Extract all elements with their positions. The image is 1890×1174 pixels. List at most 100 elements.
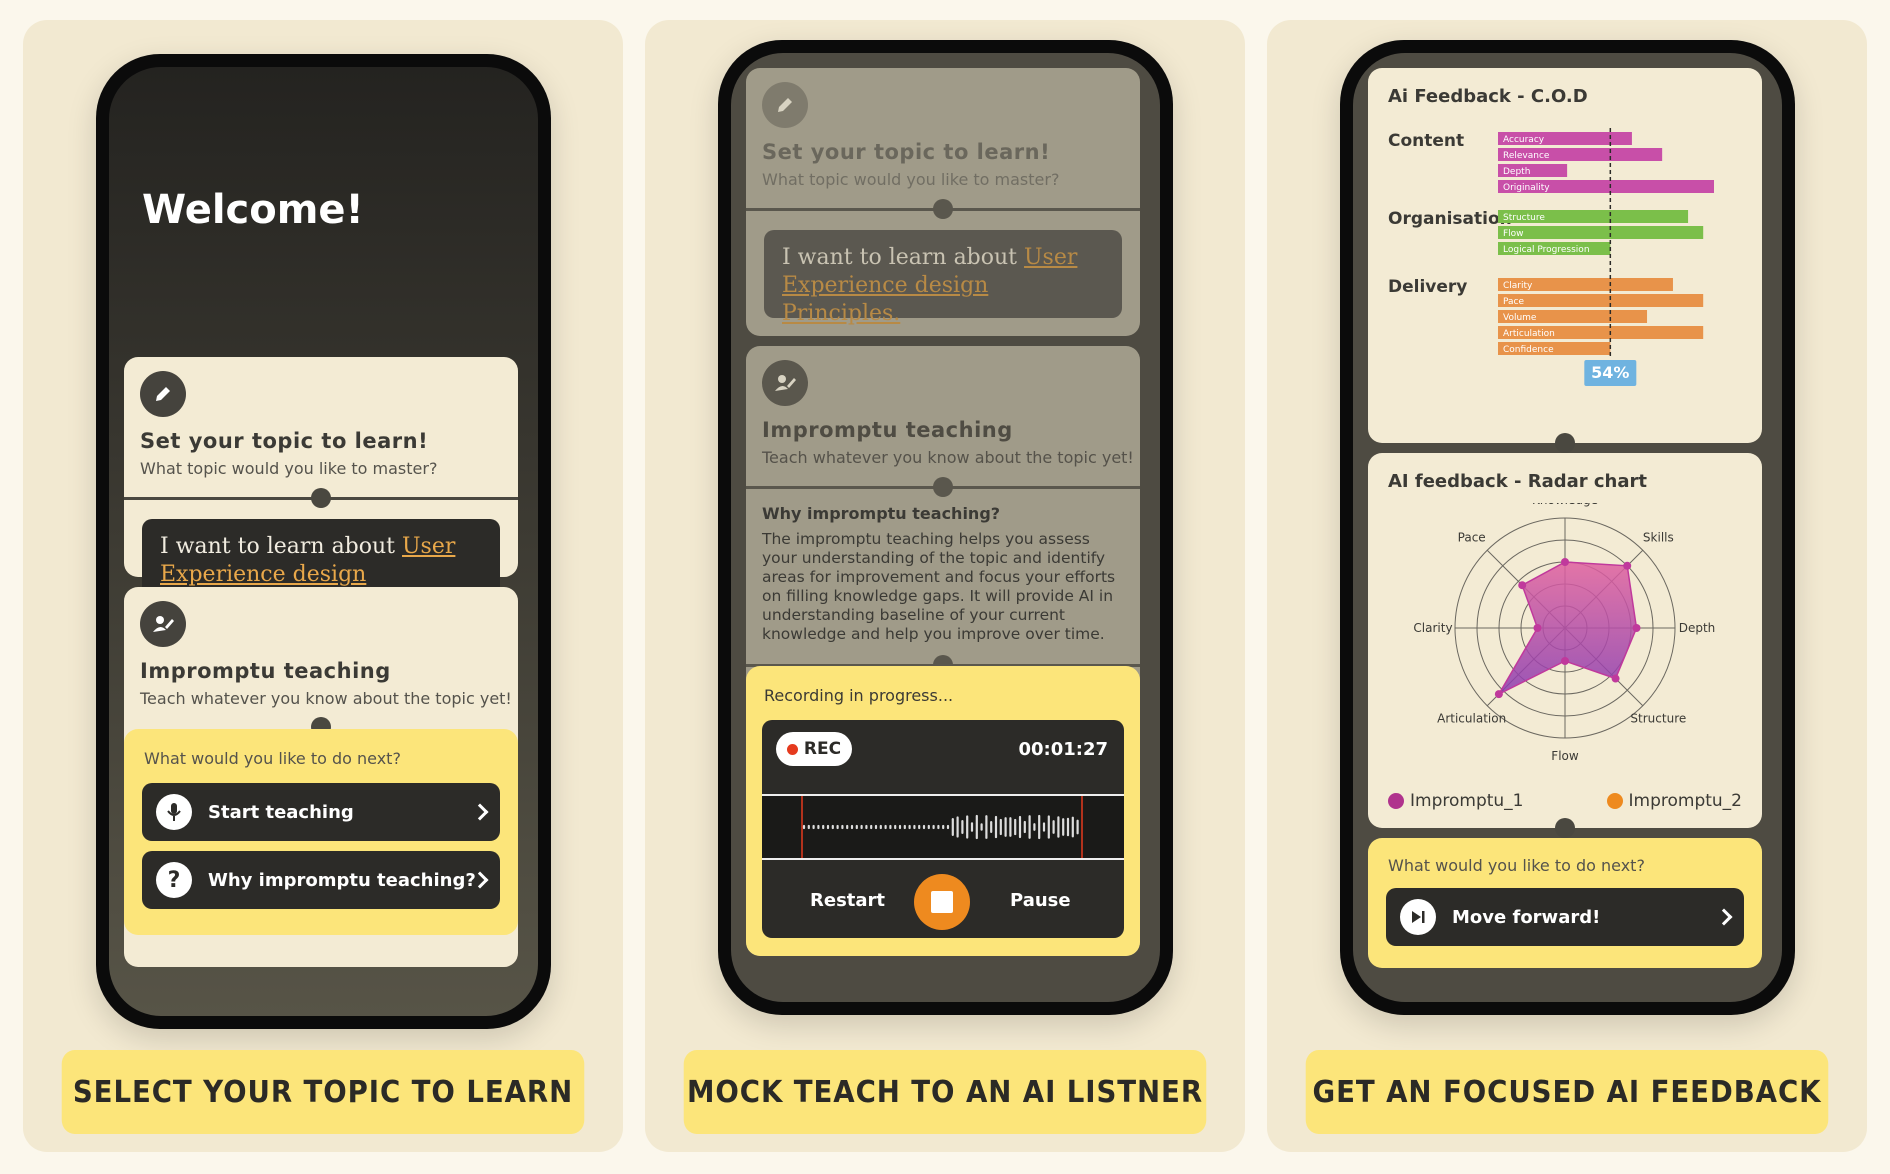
bar-label: Confidence [1503, 345, 1554, 355]
radar-chart-card: AI feedback - Radar chart Knowledge Skill… [1368, 453, 1762, 838]
waveform [762, 794, 1124, 860]
welcome-heading: Welcome! [142, 187, 364, 233]
chevron-right-icon [471, 803, 489, 821]
bar-group-label: Content [1388, 131, 1464, 151]
panel-mock-teach: Set your topic to learn! What topic woul… [645, 20, 1245, 1152]
dot-icon [1606, 793, 1623, 809]
bar-label: Depth [1503, 167, 1530, 177]
microphone-icon [156, 794, 192, 830]
legend-item-impromptu-1: Impromptu_1 [1388, 791, 1524, 811]
bar-label: Articulation [1503, 329, 1555, 339]
radar-point [1561, 657, 1569, 665]
radar-axis-label: Clarity [1413, 621, 1452, 635]
panel-select-topic: Welcome! Set your topic to learn! What t… [23, 20, 623, 1152]
radar-point [1518, 581, 1527, 590]
person-edit-icon [140, 601, 186, 647]
radar-axis-label: Flow [1551, 749, 1579, 763]
next-prompt: What would you like to do next? [1388, 856, 1645, 875]
radar-axis-label: Knowledge [1532, 503, 1598, 507]
why-impromptu-button[interactable]: ? Why impromptu teaching? [142, 851, 500, 909]
impromptu-card-subtitle: Teach whatever you know about the topic … [140, 689, 512, 708]
question-icon: ? [156, 862, 192, 898]
cod-bar-chart: Content Accuracy Relevance Depth Originality… [1388, 128, 1714, 386]
next-step-panel: What would you like to do next? Start te… [124, 729, 518, 935]
radar-point [1623, 561, 1632, 570]
bar [1498, 294, 1704, 307]
reference-label: 54% [1591, 363, 1629, 382]
topic-card-title: Set your topic to learn! [140, 429, 429, 453]
bar-label: Clarity [1503, 281, 1533, 291]
radar-chart: Knowledge Skills Depth Structure Flow Articul… [1413, 503, 1716, 763]
why-impromptu-label: Why impromptu teaching? [208, 869, 476, 891]
bar-label: Structure [1503, 213, 1545, 223]
radar-axis-label: Depth [1679, 621, 1716, 635]
radar-axis-label: Pace [1458, 530, 1486, 544]
topic-input[interactable]: I want to learn about User Experience de… [764, 230, 1122, 326]
recording-timer: 00:01:27 [1018, 739, 1108, 760]
radar-point [1632, 624, 1641, 632]
topic-card-subtitle: What topic would you like to master? [140, 459, 438, 478]
timeline-dot [933, 199, 953, 219]
topic-card[interactable]: Set your topic to learn! What topic woul… [124, 357, 518, 615]
bar-label: Originality [1503, 183, 1550, 193]
bar-group-label: Delivery [1388, 277, 1467, 297]
radar-axis-label: Skills [1643, 530, 1674, 544]
bar-chart-card: Ai Feedback - C.O.D Content Accuracy Relev… [1368, 68, 1762, 453]
radar-point [1611, 674, 1620, 683]
bar-label: Relevance [1503, 151, 1550, 161]
move-forward-label: Move forward! [1452, 906, 1601, 928]
impromptu-card-title: Impromptu teaching [762, 418, 1013, 442]
topic-card[interactable]: Set your topic to learn! What topic woul… [746, 68, 1140, 336]
phone-screen: Welcome! Set your topic to learn! What t… [109, 67, 538, 1016]
check-icon [1388, 793, 1404, 809]
phone-screen: Ai Feedback - C.O.D Content Accuracy Relev… [1353, 53, 1782, 1002]
why-title: Why impromptu teaching? [762, 504, 1001, 523]
caption: GET AN FOCUSED AI FEEDBACK [1305, 1050, 1829, 1134]
topic-prefix: I want to learn about [782, 245, 1025, 270]
panel-ai-feedback: Ai Feedback - C.O.D Content Accuracy Relev… [1267, 20, 1867, 1152]
radar-axis-label: Structure [1630, 712, 1686, 726]
legend-item-impromptu-2: Impromptu_2 [1606, 791, 1743, 811]
stop-button[interactable] [914, 874, 970, 930]
start-teaching-label: Start teaching [208, 801, 354, 823]
impromptu-card: Impromptu teaching Teach whatever you kn… [746, 346, 1140, 956]
impromptu-card-subtitle: Teach whatever you know about the topic … [762, 448, 1134, 467]
timeline-dot [311, 488, 331, 508]
bar-label: Accuracy [1503, 135, 1545, 145]
chevron-right-icon [1715, 908, 1733, 926]
rec-label: REC [803, 739, 842, 759]
restart-button[interactable]: Restart [810, 890, 885, 911]
recording-panel: Recording in progress... REC 00:01:27 Re… [746, 666, 1140, 956]
phone-screen: Set your topic to learn! What topic woul… [731, 53, 1160, 1002]
pencil-icon [140, 371, 186, 417]
bar-chart-title: Ai Feedback - C.O.D [1388, 86, 1588, 107]
timeline-dot [933, 477, 953, 497]
radar-point [1533, 624, 1542, 632]
topic-card-title: Set your topic to learn! [762, 140, 1051, 164]
legend-label: Impromptu_2 [1628, 791, 1743, 811]
phone-frame: Ai Feedback - C.O.D Content Accuracy Relev… [1340, 40, 1795, 1015]
why-body: The impromptu teaching helps you assess … [762, 530, 1116, 643]
next-prompt: What would you like to do next? [144, 749, 401, 768]
move-forward-button[interactable]: Move forward! [1386, 888, 1744, 946]
recording-status: Recording in progress... [764, 686, 954, 705]
recorder: REC 00:01:27 Restart Pause [762, 720, 1124, 938]
bar-group-label: Organisation [1388, 209, 1512, 229]
bar-label: Logical Progression [1503, 245, 1590, 255]
rec-badge: REC [776, 732, 852, 766]
stop-icon [931, 891, 953, 913]
legend-label: Impromptu_1 [1410, 791, 1524, 811]
bar-label: Flow [1503, 229, 1524, 239]
caption: SELECT YOUR TOPIC TO LEARN [61, 1050, 585, 1134]
caption: MOCK TEACH TO AN AI LISTNER [683, 1050, 1207, 1134]
start-teaching-button[interactable]: Start teaching [142, 783, 500, 841]
person-edit-icon [762, 360, 808, 406]
pause-button[interactable]: Pause [1010, 890, 1071, 911]
timeline-dot [1555, 433, 1575, 453]
bar [1498, 226, 1704, 239]
skip-forward-icon [1400, 899, 1436, 935]
phone-frame: Set your topic to learn! What topic woul… [718, 40, 1173, 1015]
next-step-panel: What would you like to do next? Move for… [1368, 838, 1762, 968]
radar-point [1494, 690, 1503, 699]
radar-chart-title: AI feedback - Radar chart [1388, 471, 1647, 492]
